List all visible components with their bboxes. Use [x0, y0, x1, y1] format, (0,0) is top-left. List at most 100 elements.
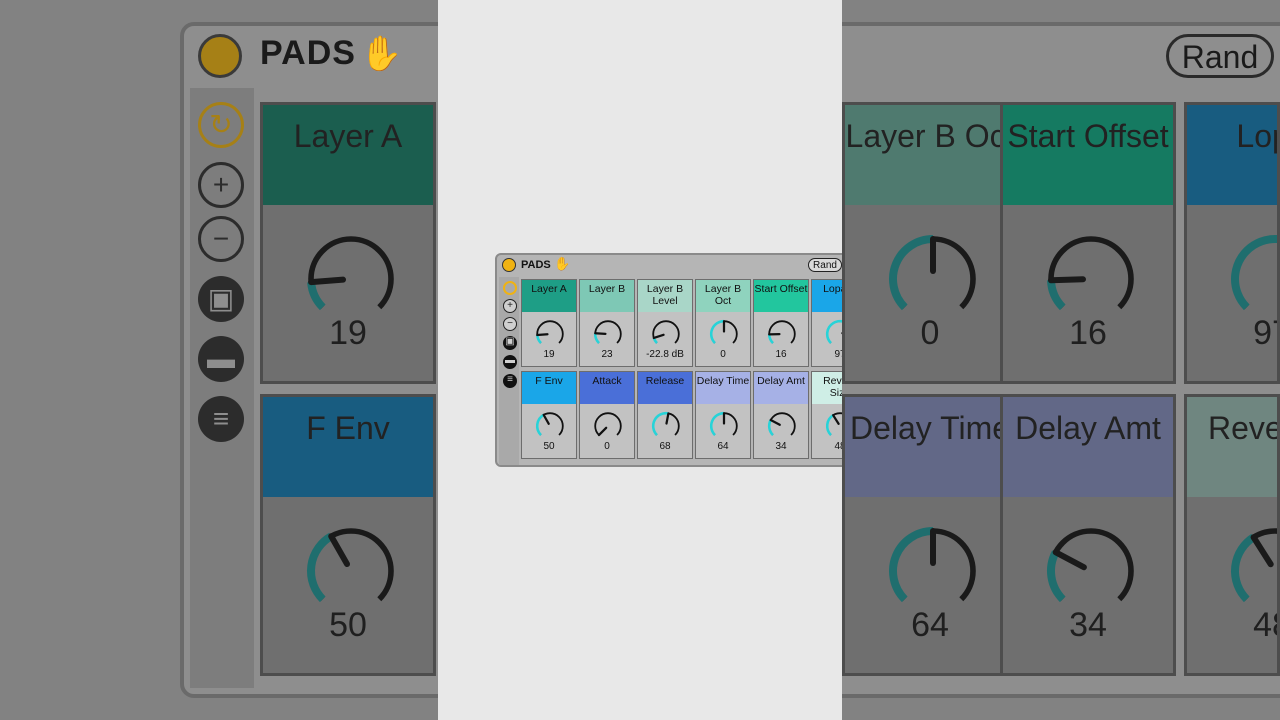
plus-icon[interactable]: +	[503, 299, 517, 313]
knob-track	[308, 236, 394, 310]
background-pad: Delay Amt 34	[1000, 394, 1176, 676]
device-header: PADS ✋ Rand	[497, 255, 842, 277]
knob-value-arc	[1047, 550, 1066, 603]
knob-value-arc	[307, 281, 326, 311]
knob-track	[594, 320, 622, 344]
knob-pointer	[597, 426, 608, 437]
background-list-icon: ≡	[198, 396, 244, 442]
pad-label: Release	[638, 372, 692, 404]
pad-value: 23	[601, 349, 613, 360]
knob-dial[interactable]	[592, 410, 624, 442]
background-pad-value: 48	[1253, 606, 1277, 644]
background-pad-label: Lopa	[1187, 105, 1277, 205]
pad-label: Start Offset	[754, 280, 808, 312]
knob-track	[768, 412, 796, 436]
knob-pointer	[832, 414, 840, 425]
pad-value: 0	[604, 441, 610, 452]
pad-label: Delay Time	[696, 372, 750, 404]
bar-icon[interactable]: ▬	[503, 355, 517, 369]
background-pad: Reve Siz 48	[1184, 394, 1280, 676]
device-title: PADS	[521, 259, 551, 271]
pad[interactable]: Delay Amt 34	[753, 371, 809, 459]
knob-value-arc	[535, 334, 542, 344]
background-pad-label: Layer B Oct	[845, 105, 1015, 205]
pad[interactable]: Lopass 97	[811, 279, 842, 367]
knob-dial[interactable]	[824, 318, 842, 350]
knob-pointer	[769, 418, 781, 426]
minus-icon[interactable]: −	[503, 317, 517, 331]
background-pad: Layer B Oct 0	[842, 102, 1018, 384]
pad-value: 48	[834, 441, 842, 452]
pad-value: 50	[543, 441, 555, 452]
pad-label: Layer B Oct	[696, 280, 750, 312]
pad[interactable]: F Env 50	[521, 371, 577, 459]
pad-value: 0	[720, 349, 726, 360]
knob-dial[interactable]	[650, 318, 682, 350]
knob-dial[interactable]	[824, 410, 842, 442]
knob-value-arc	[1047, 279, 1066, 311]
pad[interactable]: Attack 0	[579, 371, 635, 459]
pads-device: PADS ✋ Rand + − ▣ ▬ ≡ Layer A 19 Layer B 23…	[495, 253, 842, 467]
list-icon[interactable]: ≡	[503, 374, 517, 388]
background-pad-label: Start Offset	[1003, 105, 1173, 205]
pad-label: Attack	[580, 372, 634, 404]
pad[interactable]: Layer B Oct 0	[695, 279, 751, 367]
knob-pointer	[1250, 534, 1274, 568]
pad-value: 16	[775, 349, 787, 360]
knob-value-arc	[709, 319, 725, 344]
background-refresh-icon: ↻	[198, 102, 244, 148]
knob-value-arc	[825, 414, 834, 436]
knob-value-arc	[535, 413, 545, 436]
background-pad-label: Layer A	[263, 105, 433, 205]
rand-button[interactable]: Rand	[808, 258, 842, 272]
knob-dial[interactable]	[534, 318, 566, 350]
background-pad-value: 34	[1069, 606, 1107, 644]
pad-value: 68	[659, 441, 671, 452]
pad[interactable]: Release 68	[637, 371, 693, 459]
pad-label: Layer B	[580, 280, 634, 312]
knob-track	[536, 320, 564, 344]
background-pad-value: 50	[329, 606, 367, 644]
pad[interactable]: Start Offset 16	[753, 279, 809, 367]
background-pad: Layer A 19	[260, 102, 436, 384]
knob-value-arc	[307, 532, 334, 603]
knob-dial[interactable]	[766, 318, 798, 350]
background-power-button	[198, 34, 242, 78]
background-pad-label: Delay Amt	[1003, 397, 1173, 497]
knob-pointer	[308, 276, 347, 286]
background-pad-value: 97	[1253, 314, 1277, 352]
background-pad-value: 16	[1069, 314, 1107, 352]
power-button[interactable]	[502, 258, 516, 272]
background-pad: F Env 50	[260, 394, 436, 676]
knob-track	[594, 412, 622, 436]
knob-pointer	[665, 412, 670, 425]
background-pad-label: F Env	[263, 397, 433, 497]
pad[interactable]: Layer B Level -22.8 dB	[637, 279, 693, 367]
knob-dial[interactable]	[766, 410, 798, 442]
pad[interactable]: Delay Time 64	[695, 371, 751, 459]
knob-dial[interactable]	[708, 318, 740, 350]
camera-icon[interactable]: ▣	[503, 336, 517, 350]
pad[interactable]: Layer A 19	[521, 279, 577, 367]
knob-pointer	[542, 413, 550, 425]
knob-track	[1048, 528, 1134, 602]
pad-value: 64	[717, 441, 729, 452]
knob-track	[652, 320, 680, 344]
knob-pointer	[652, 333, 665, 340]
center-panel: PADS ✋ Rand + − ▣ ▬ ≡ Layer A 19 Layer B 23…	[438, 0, 842, 720]
refresh-icon[interactable]	[503, 281, 517, 295]
knob-dial[interactable]	[534, 410, 566, 442]
background-rand-button: Rand	[1166, 34, 1274, 78]
pad-label: Delay Amt	[754, 372, 808, 404]
knob-dial[interactable]	[592, 318, 624, 350]
knob-pointer	[1052, 549, 1087, 571]
pad[interactable]: Layer B 23	[579, 279, 635, 367]
background-pad-label: Delay Time	[845, 397, 1015, 497]
pad[interactable]: Reverb Size 48	[811, 371, 842, 459]
knob-dial[interactable]	[650, 410, 682, 442]
knob-dial[interactable]	[708, 410, 740, 442]
knob-value-arc	[1231, 235, 1277, 311]
pad-label: Reverb Size	[812, 372, 842, 404]
background-device-title: PADS	[260, 34, 356, 72]
pad-label: F Env	[522, 372, 576, 404]
